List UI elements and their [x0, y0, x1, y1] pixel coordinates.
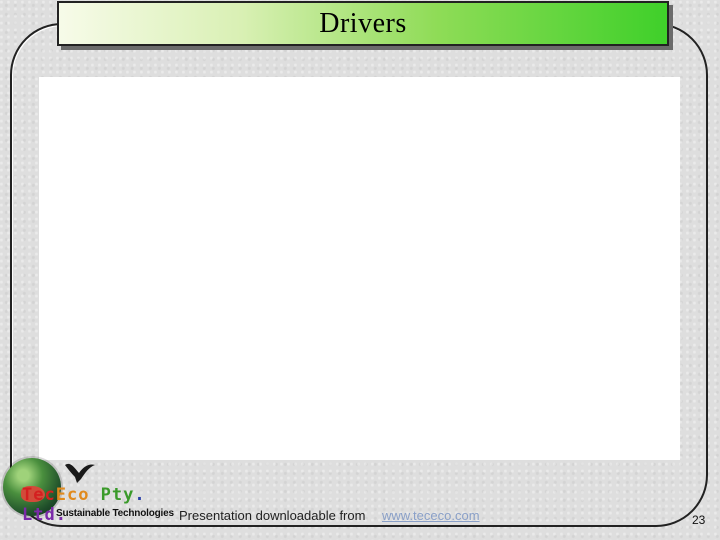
- slide-title: Drivers: [319, 7, 407, 39]
- page-number: 23: [692, 513, 706, 527]
- company-name-part: Pty: [89, 485, 135, 505]
- website-link[interactable]: www.tececo.com: [382, 508, 480, 523]
- content-panel: [39, 77, 680, 460]
- company-tagline: Sustainable Technologies: [56, 508, 174, 519]
- title-bar: Drivers: [57, 1, 669, 46]
- company-logo: TecEco Pty. Ltd. Sustainable Technologie…: [0, 455, 200, 540]
- company-name-part: .: [134, 485, 146, 505]
- company-name: TecEco Pty. Ltd.: [22, 485, 200, 525]
- company-name-part: Eco: [55, 485, 90, 505]
- footer-text: Presentation downloadable from: [179, 508, 366, 523]
- company-name-part: Tec: [22, 485, 56, 505]
- bird-icon: [65, 463, 95, 483]
